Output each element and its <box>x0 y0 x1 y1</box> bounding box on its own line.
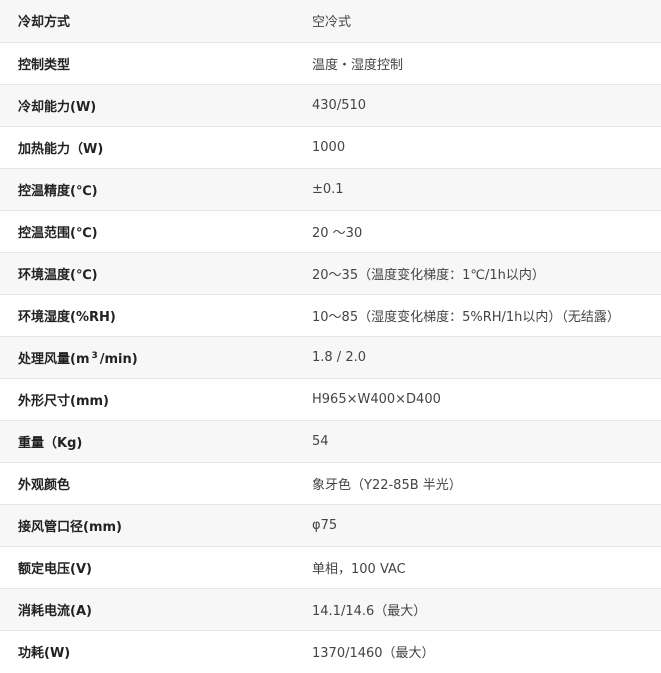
spec-label-weight: 重量（Kg) <box>0 420 312 463</box>
spec-label-air-flow-pre: 处理风量(m <box>18 351 90 367</box>
table-row: 处理风量(m 3/min) 1.8 / 2.0 <box>0 336 661 379</box>
spec-label-temp-range: 控温范围(℃) <box>0 210 312 253</box>
spec-label-air-flow: 处理风量(m 3/min) <box>0 336 312 379</box>
table-row: 外形尺寸(mm) H965×W400×D400 <box>0 378 661 421</box>
table-row: 额定电压(V) 单相，100 VAC <box>0 546 661 589</box>
spec-table: 冷却方式 空冷式 控制类型 温度・湿度控制 冷却能力(W) 430/510 加热… <box>0 0 661 672</box>
table-row: 控温范围(℃) 20 ～30 <box>0 210 661 253</box>
table-row: 加热能力（W) 1000 <box>0 126 661 169</box>
spec-label-control-type: 控制类型 <box>0 42 312 85</box>
spec-value-current: 14.1/14.6（最大） <box>312 588 661 631</box>
spec-value-ambient-humidity: 10～85（湿度变化梯度：5%RH/1h以内）（无结露） <box>312 294 661 337</box>
table-row: 冷却方式 空冷式 <box>0 0 661 43</box>
table-row: 控温精度(℃) ±0.1 <box>0 168 661 211</box>
table-row: 接风管口径(mm) φ75 <box>0 504 661 547</box>
spec-label-dimensions: 外形尺寸(mm) <box>0 378 312 421</box>
table-row: 环境温度(℃) 20～35（温度变化梯度：1℃/1h以内） <box>0 252 661 295</box>
spec-table-body: 冷却方式 空冷式 控制类型 温度・湿度控制 冷却能力(W) 430/510 加热… <box>0 0 661 672</box>
spec-label-exterior-color: 外观颜色 <box>0 462 312 505</box>
spec-value-air-flow: 1.8 / 2.0 <box>312 336 661 379</box>
spec-value-heating-capacity: 1000 <box>312 126 661 169</box>
table-row: 功耗(W) 1370/1460（最大） <box>0 630 661 672</box>
spec-label-duct-diameter: 接风管口径(mm) <box>0 504 312 547</box>
spec-value-weight: 54 <box>312 420 661 463</box>
table-row: 控制类型 温度・湿度控制 <box>0 42 661 85</box>
table-row: 冷却能力(W) 430/510 <box>0 84 661 127</box>
spec-label-cooling-method: 冷却方式 <box>0 0 312 43</box>
spec-value-control-type: 温度・湿度控制 <box>312 42 661 85</box>
spec-label-ambient-humidity: 环境湿度(%RH) <box>0 294 312 337</box>
spec-value-dimensions: H965×W400×D400 <box>312 378 661 421</box>
table-row: 外观颜色 象牙色（Y22-85B 半光） <box>0 462 661 505</box>
spec-value-temp-range: 20 ～30 <box>312 210 661 253</box>
table-row: 环境湿度(%RH) 10～85（湿度变化梯度：5%RH/1h以内）（无结露） <box>0 294 661 337</box>
spec-value-power: 1370/1460（最大） <box>312 645 435 661</box>
spec-label-power: 功耗(W) <box>18 645 71 661</box>
spec-value-duct-diameter: φ75 <box>312 504 661 547</box>
spec-value-ambient-temp: 20～35（温度变化梯度：1℃/1h以内） <box>312 252 661 295</box>
spec-label-temp-accuracy: 控温精度(℃) <box>0 168 312 211</box>
table-row: 重量（Kg) 54 <box>0 420 661 463</box>
spec-value-temp-accuracy: ±0.1 <box>312 168 661 211</box>
spec-label-ambient-temp: 环境温度(℃) <box>0 252 312 295</box>
spec-value-rated-voltage: 单相，100 VAC <box>312 546 661 589</box>
spec-label-rated-voltage: 额定电压(V) <box>0 546 312 589</box>
spec-value-cooling-method: 空冷式 <box>312 0 661 43</box>
spec-value-cooling-capacity: 430/510 <box>312 84 661 127</box>
spec-label-cooling-capacity: 冷却能力(W) <box>0 84 312 127</box>
spec-label-current: 消耗电流(A) <box>0 588 312 631</box>
spec-label-air-flow-post: /min) <box>99 351 138 367</box>
spec-label-air-flow-sup: 3 <box>91 350 98 361</box>
spec-value-exterior-color: 象牙色（Y22-85B 半光） <box>312 462 661 505</box>
table-row: 消耗电流(A) 14.1/14.6（最大） <box>0 588 661 631</box>
spec-label-heating-capacity: 加热能力（W) <box>0 126 312 169</box>
